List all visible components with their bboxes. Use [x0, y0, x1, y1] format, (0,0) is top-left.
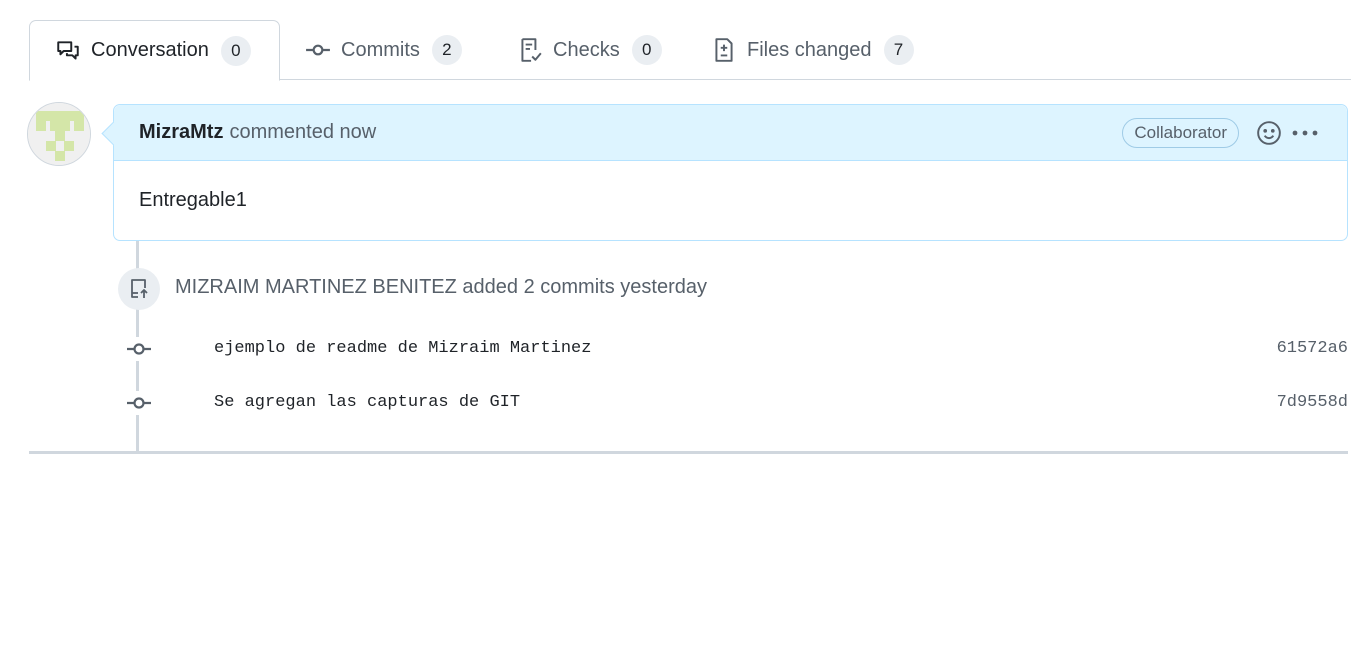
commit-message[interactable]: Se agregan las capturas de GIT — [214, 393, 520, 412]
comment-timestamp[interactable]: commented now — [229, 121, 376, 144]
commit-event-action: added 2 commits yesterday — [462, 276, 707, 298]
tab-files-changed[interactable]: Files changed 7 — [711, 20, 914, 80]
commit-event-text: MIZRAIM MARTINEZ BENITEZ added 2 commits… — [175, 276, 707, 299]
comment-discussion-icon — [55, 38, 81, 64]
commit-sha[interactable]: 61572a6 — [1277, 339, 1348, 358]
avatar[interactable] — [27, 102, 91, 166]
tab-checks-counter: 0 — [631, 35, 662, 65]
list-item: Se agregan las capturas de GIT 7d9558d — [124, 389, 1348, 417]
tab-checks-label: Checks — [553, 38, 620, 61]
comment-header: MizraMtz commented now Collaborator — [114, 105, 1347, 161]
git-commit-icon — [305, 37, 331, 63]
add-reaction-icon[interactable] — [1256, 120, 1282, 146]
tab-commits-counter: 2 — [431, 35, 462, 65]
tab-checks[interactable]: Checks 0 — [517, 20, 662, 80]
git-commit-icon — [124, 391, 154, 415]
comment-box: MizraMtz commented now Collaborator Entr… — [113, 104, 1348, 241]
comment-author[interactable]: MizraMtz — [139, 121, 223, 144]
collaborator-badge: Collaborator — [1122, 118, 1239, 148]
commit-message[interactable]: ejemplo de readme de Mizraim Martinez — [214, 339, 591, 358]
pr-tab-nav: Conversation 0 Commits 2 Checks 0 Files … — [29, 20, 1351, 81]
tab-conversation[interactable]: Conversation 0 — [29, 20, 280, 81]
kebab-horizontal-icon[interactable] — [1291, 120, 1319, 146]
commit-sha[interactable]: 7d9558d — [1277, 393, 1348, 412]
tab-commits-label: Commits — [341, 38, 420, 61]
tab-commits[interactable]: Commits 2 — [305, 20, 462, 80]
file-diff-icon — [711, 37, 737, 63]
repo-push-icon — [118, 268, 160, 310]
tab-conversation-counter: 0 — [220, 35, 251, 66]
tab-files-changed-counter: 7 — [883, 35, 914, 65]
list-item: ejemplo de readme de Mizraim Martinez 61… — [124, 335, 1348, 363]
tab-files-changed-label: Files changed — [747, 38, 872, 61]
tab-conversation-label: Conversation — [91, 39, 209, 61]
commit-event-author[interactable]: MIZRAIM MARTINEZ BENITEZ — [175, 276, 457, 298]
timeline-divider — [29, 451, 1348, 454]
checklist-icon — [517, 37, 543, 63]
comment-body: Entregable1 — [139, 189, 247, 211]
git-commit-icon — [124, 337, 154, 361]
